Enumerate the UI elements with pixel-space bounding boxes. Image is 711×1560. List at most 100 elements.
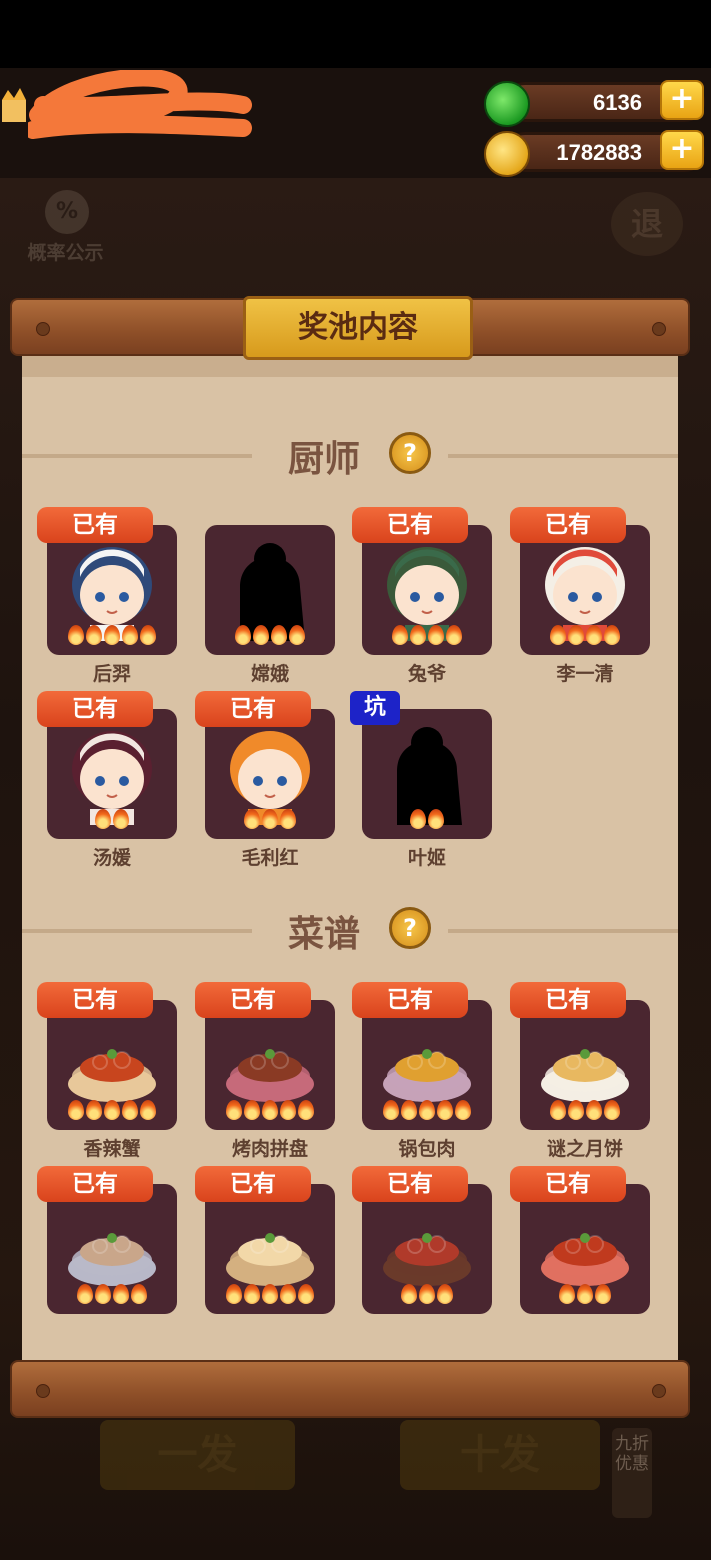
flame-icon: [68, 1100, 84, 1120]
chef-name: 毛利红: [241, 847, 299, 869]
chef-card[interactable]: 坑叶姬: [350, 691, 492, 869]
flame-icon: [104, 1100, 120, 1120]
rarity-flames: [47, 625, 177, 649]
rarity-flames: [362, 809, 492, 833]
owned-badge: 已有: [352, 982, 468, 1018]
flame-icon: [244, 1100, 260, 1120]
panel-title: 奖池内容: [243, 296, 473, 360]
percent-gear-icon: %: [45, 190, 89, 234]
rarity-flames: [47, 809, 177, 833]
rarity-flames: [362, 1100, 492, 1124]
owned-badge: 已有: [510, 982, 626, 1018]
rarity-flames: [362, 625, 492, 649]
flame-icon: [235, 625, 251, 645]
flame-icon: [244, 1284, 260, 1304]
rarity-flames: [520, 1100, 650, 1124]
owned-badge: 已有: [37, 691, 153, 727]
ten-draw-button[interactable]: 十发: [400, 1420, 600, 1490]
redacted-player-name: [28, 70, 252, 139]
recipe-name: 锅包肉: [398, 1138, 456, 1160]
flame-icon: [428, 809, 444, 829]
gem-count: 6136: [593, 90, 642, 115]
flame-icon: [419, 1284, 435, 1304]
prize-pool-panel: 厨师 ? 已有 后羿 嫦娥 已有 兔爷 已有 李一清 已有 汤媛 已有 毛利红 …: [22, 355, 678, 1360]
green-gem-icon: [484, 81, 530, 127]
chef-name: 嫦娥: [250, 663, 289, 685]
flame-icon: [244, 809, 260, 829]
rarity-flames: [47, 1284, 177, 1308]
flame-icon: [113, 809, 129, 829]
flame-icon: [437, 1284, 453, 1304]
recipe-card[interactable]: 已有: [37, 1166, 177, 1314]
coin-count: 1782883: [556, 140, 642, 165]
flame-icon: [86, 1100, 102, 1120]
pit-badge: 坑: [350, 691, 400, 725]
gold-coin-icon: [484, 131, 530, 177]
recipe-card[interactable]: 已有 烤肉拼盘: [195, 982, 335, 1160]
flame-icon: [280, 1100, 296, 1120]
flame-icon: [428, 625, 444, 645]
rarity-flames: [47, 1100, 177, 1124]
divider: [22, 929, 252, 933]
probability-label: 概率公示: [27, 242, 104, 264]
flame-icon: [550, 1100, 566, 1120]
plus-icon: +: [669, 81, 695, 116]
recipe-help-icon[interactable]: ?: [389, 907, 431, 949]
player-avatar[interactable]: [0, 82, 30, 132]
flame-icon: [95, 1284, 111, 1304]
single-draw-button[interactable]: 一发: [100, 1420, 295, 1490]
add-gems-button[interactable]: +: [660, 80, 704, 120]
flame-icon: [586, 1100, 602, 1120]
chef-card[interactable]: 已有 李一清: [510, 507, 650, 685]
chef-card[interactable]: 已有 毛利红: [195, 691, 335, 869]
rarity-flames: [520, 625, 650, 649]
owned-badge: 已有: [37, 1166, 153, 1202]
flame-icon: [455, 1100, 471, 1120]
flame-icon: [577, 1284, 593, 1304]
flame-icon: [568, 1100, 584, 1120]
chef-card[interactable]: 嫦娥: [205, 525, 335, 685]
flame-icon: [280, 1284, 296, 1304]
flame-icon: [122, 1100, 138, 1120]
flame-icon: [383, 1100, 399, 1120]
chef-help-icon[interactable]: ?: [389, 432, 431, 474]
recipe-name: 烤肉拼盘: [231, 1138, 308, 1160]
add-coins-button[interactable]: +: [660, 130, 704, 170]
flame-icon: [410, 625, 426, 645]
flame-icon: [298, 1100, 314, 1120]
rarity-flames: [205, 809, 335, 833]
flame-icon: [262, 809, 278, 829]
flame-icon: [392, 625, 408, 645]
recipe-card[interactable]: 已有锅包肉: [352, 982, 492, 1160]
owned-badge: 已有: [510, 507, 626, 543]
recipe-card[interactable]: 已有 香辣蟹: [37, 982, 177, 1160]
chef-card[interactable]: 已有 汤媛: [37, 691, 177, 869]
recipe-card[interactable]: 已有: [352, 1166, 492, 1314]
scroll-bottom-rod[interactable]: [10, 1360, 690, 1418]
recipe-section-title: 菜谱: [288, 914, 361, 955]
divider: [448, 929, 678, 933]
exit-button[interactable]: 退: [611, 192, 683, 256]
plus-icon: +: [669, 131, 695, 166]
recipe-card[interactable]: 已有: [510, 1166, 650, 1314]
chef-name: 兔爷: [407, 663, 446, 685]
flame-icon: [568, 625, 584, 645]
rod-knob: [36, 1384, 50, 1398]
recipe-card[interactable]: 已有: [195, 1166, 335, 1314]
flame-icon: [122, 625, 138, 645]
chef-card[interactable]: 已有 后羿: [37, 507, 177, 685]
flame-icon: [410, 809, 426, 829]
recipe-card[interactable]: 已有谜之月饼: [510, 982, 650, 1160]
flame-icon: [604, 625, 620, 645]
recipe-name: 谜之月饼: [546, 1138, 623, 1160]
flame-icon: [280, 809, 296, 829]
flame-icon: [104, 625, 120, 645]
flame-icon: [446, 625, 462, 645]
discount-label: 九折优惠: [612, 1428, 652, 1518]
chef-section-header: 厨师 ?: [22, 430, 678, 480]
owned-badge: 已有: [37, 507, 153, 543]
probability-button[interactable]: % 概率公示: [18, 190, 113, 270]
rarity-flames: [205, 625, 335, 649]
chef-card[interactable]: 已有 兔爷: [352, 507, 492, 685]
flame-icon: [253, 625, 269, 645]
